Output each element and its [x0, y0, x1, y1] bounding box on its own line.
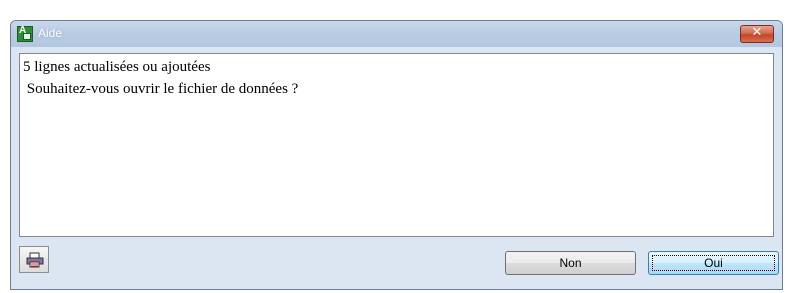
print-button[interactable]: [19, 246, 49, 273]
window-title: Aide: [38, 26, 63, 40]
app-icon: A: [17, 25, 33, 42]
message-text-area[interactable]: 5 lignes actualisées ou ajoutées Souhait…: [19, 53, 774, 237]
yes-button[interactable]: Oui: [648, 251, 779, 275]
focus-rectangle: [652, 255, 775, 271]
close-icon: ✕: [751, 25, 763, 40]
aide-dialog: A Aide ✕ 5 lignes actualisées ou ajoutée…: [10, 20, 783, 290]
no-button[interactable]: Non: [505, 251, 636, 275]
title-bar[interactable]: A Aide ✕: [11, 21, 782, 47]
close-button[interactable]: ✕: [740, 25, 774, 43]
message-line-2: Souhaitez-vous ouvrir le fichier de donn…: [23, 81, 299, 97]
printer-icon: [26, 252, 44, 268]
message-line-1: 5 lignes actualisées ou ajoutées: [23, 59, 211, 75]
